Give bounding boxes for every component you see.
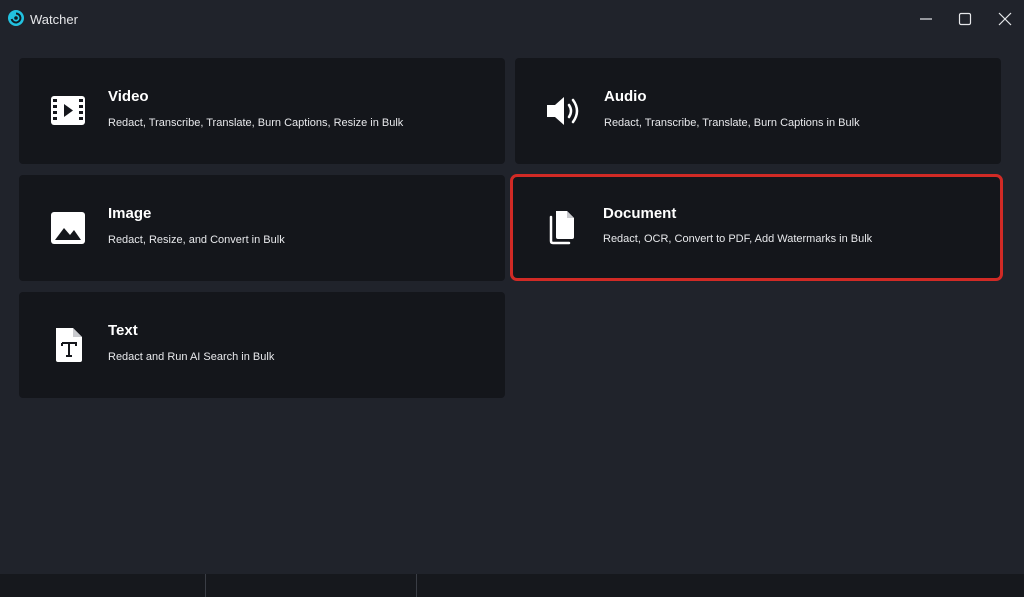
text-card-title: Text: [108, 322, 138, 339]
audio-card-description: Redact, Transcribe, Translate, Burn Capt…: [604, 117, 860, 129]
close-icon: [998, 12, 1012, 26]
video-film-icon: [49, 93, 87, 129]
video-card-description: Redact, Transcribe, Translate, Burn Capt…: [108, 117, 404, 129]
maximize-icon: [958, 12, 972, 26]
title-bar: Watcher: [0, 0, 1024, 38]
close-button[interactable]: [990, 6, 1020, 32]
document-card-title: Document: [603, 205, 677, 222]
app-logo-icon: [8, 10, 24, 26]
text-card-description: Redact and Run AI Search in Bulk: [108, 351, 275, 363]
text-file-icon: [49, 327, 87, 363]
text-card[interactable]: Text Redact and Run AI Search in Bulk: [19, 292, 505, 398]
bottom-divider: [416, 574, 417, 597]
bottom-divider: [205, 574, 206, 597]
app-window: Watcher Video Redact, Transcribe, Transl…: [0, 0, 1024, 597]
image-card-description: Redact, Resize, and Convert in Bulk: [108, 234, 285, 246]
window-title: Watcher: [30, 12, 78, 27]
minimize-button[interactable]: [911, 6, 941, 32]
video-card-title: Video: [108, 88, 149, 105]
minimize-icon: [920, 18, 932, 20]
bottom-bar: [0, 574, 1024, 597]
document-copy-icon: [543, 209, 581, 245]
image-icon: [49, 210, 87, 246]
audio-card-title: Audio: [604, 88, 647, 105]
image-card-title: Image: [108, 205, 152, 222]
video-card[interactable]: Video Redact, Transcribe, Translate, Bur…: [19, 58, 505, 164]
image-card[interactable]: Image Redact, Resize, and Convert in Bul…: [19, 175, 505, 281]
maximize-button[interactable]: [950, 6, 980, 32]
speaker-icon: [545, 93, 583, 129]
document-card[interactable]: Document Redact, OCR, Convert to PDF, Ad…: [510, 174, 1003, 281]
audio-card[interactable]: Audio Redact, Transcribe, Translate, Bur…: [515, 58, 1001, 164]
document-card-description: Redact, OCR, Convert to PDF, Add Waterma…: [603, 233, 873, 245]
